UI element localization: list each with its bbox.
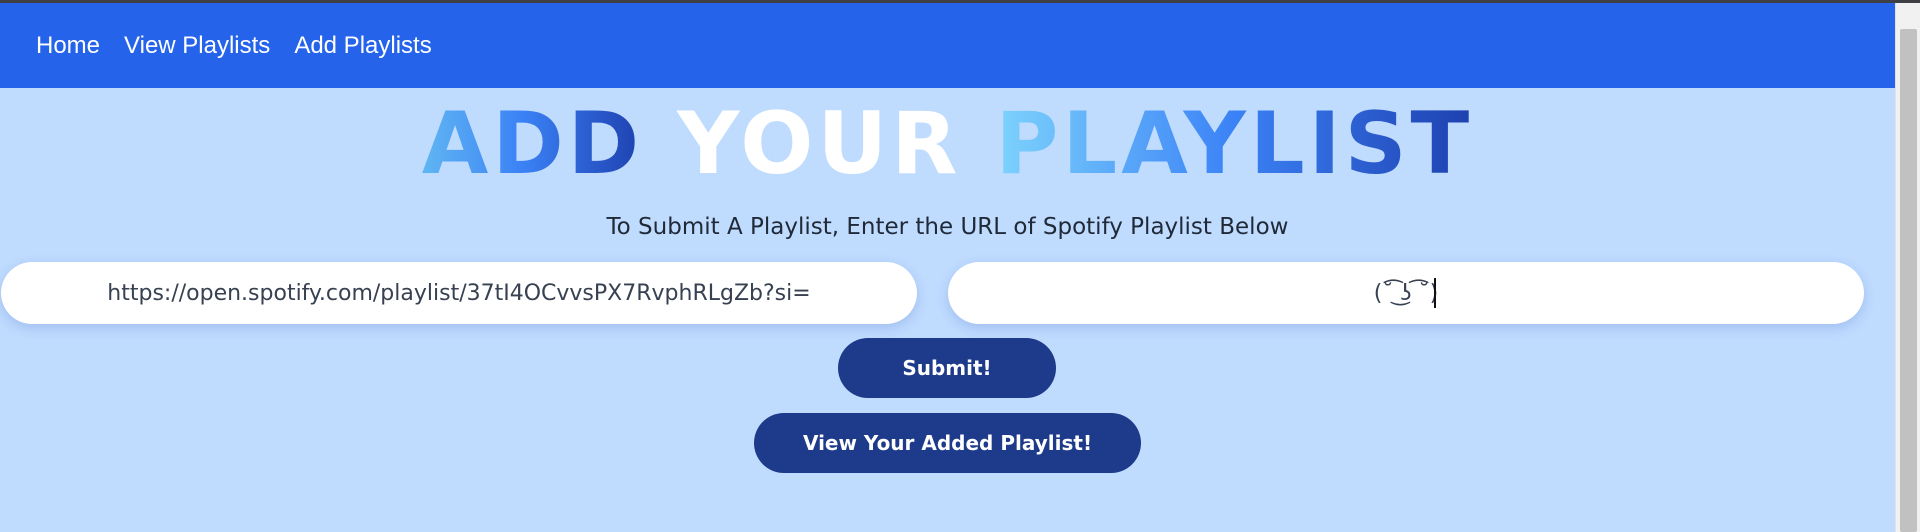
nav-home-link[interactable]: Home: [36, 32, 100, 60]
scrollbar-thumb[interactable]: [1900, 29, 1917, 532]
text-cursor: [1434, 278, 1436, 308]
nav-view-playlists-link[interactable]: View Playlists: [124, 32, 270, 60]
view-added-playlist-button[interactable]: View Your Added Playlist!: [754, 413, 1141, 473]
nav-add-playlists-link[interactable]: Add Playlists: [294, 32, 431, 60]
instructions-text: To Submit A Playlist, Enter the URL of S…: [606, 214, 1289, 240]
main-content: ADD YOUR PLAYLIST To Submit A Playlist, …: [0, 88, 1895, 532]
title-word-add: ADD: [421, 94, 644, 194]
navbar: Home View Playlists Add Playlists: [0, 3, 1895, 88]
title-word-playlist: PLAYLIST: [995, 94, 1474, 194]
playlist-name-field[interactable]: (˘͡ ͜ʖ ͡˘): [948, 262, 1864, 324]
page-title: ADD YOUR PLAYLIST: [0, 94, 1895, 194]
playlist-url-field[interactable]: [1, 262, 917, 324]
playlist-name-input[interactable]: (˘͡ ͜ʖ ͡˘): [1374, 281, 1438, 306]
title-word-your: YOUR: [677, 94, 962, 194]
playlist-url-input[interactable]: [1, 280, 917, 306]
vertical-scrollbar[interactable]: [1895, 3, 1920, 532]
submit-button[interactable]: Submit!: [838, 338, 1056, 398]
